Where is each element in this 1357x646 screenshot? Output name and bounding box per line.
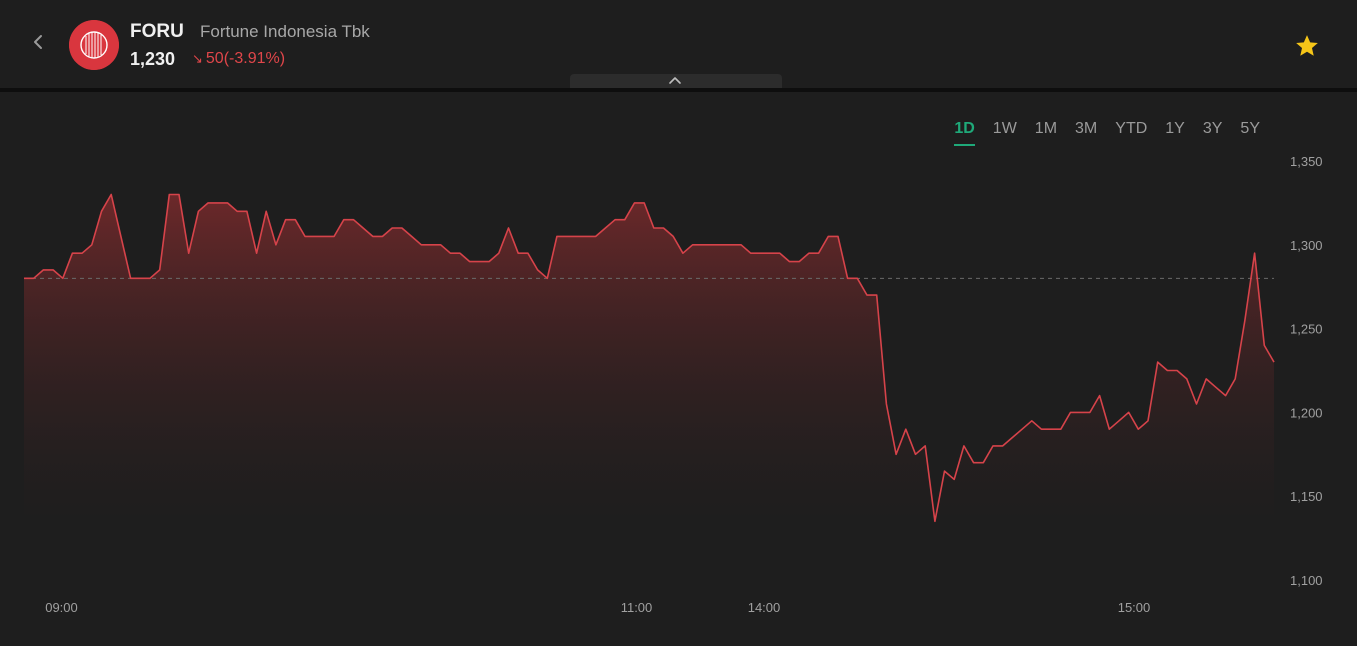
- y-tick-label: 1,250: [1290, 322, 1323, 337]
- y-tick-label: 1,300: [1290, 238, 1323, 253]
- x-tick-label: 15:00: [1118, 600, 1151, 615]
- y-tick-label: 1,150: [1290, 489, 1323, 504]
- price-chart: 1,350 1,300 1,250 1,200 1,150 1,100 09:00 11:0…: [24, 154, 1323, 615]
- x-tick-label: 14:00: [748, 600, 781, 615]
- x-tick-label: 11:00: [621, 600, 653, 615]
- y-tick-label: 1,350: [1290, 154, 1323, 169]
- y-tick-label: 1,100: [1290, 573, 1323, 588]
- price-area: [24, 194, 1274, 525]
- x-tick-label: 09:00: [45, 600, 78, 615]
- y-tick-label: 1,200: [1290, 405, 1323, 420]
